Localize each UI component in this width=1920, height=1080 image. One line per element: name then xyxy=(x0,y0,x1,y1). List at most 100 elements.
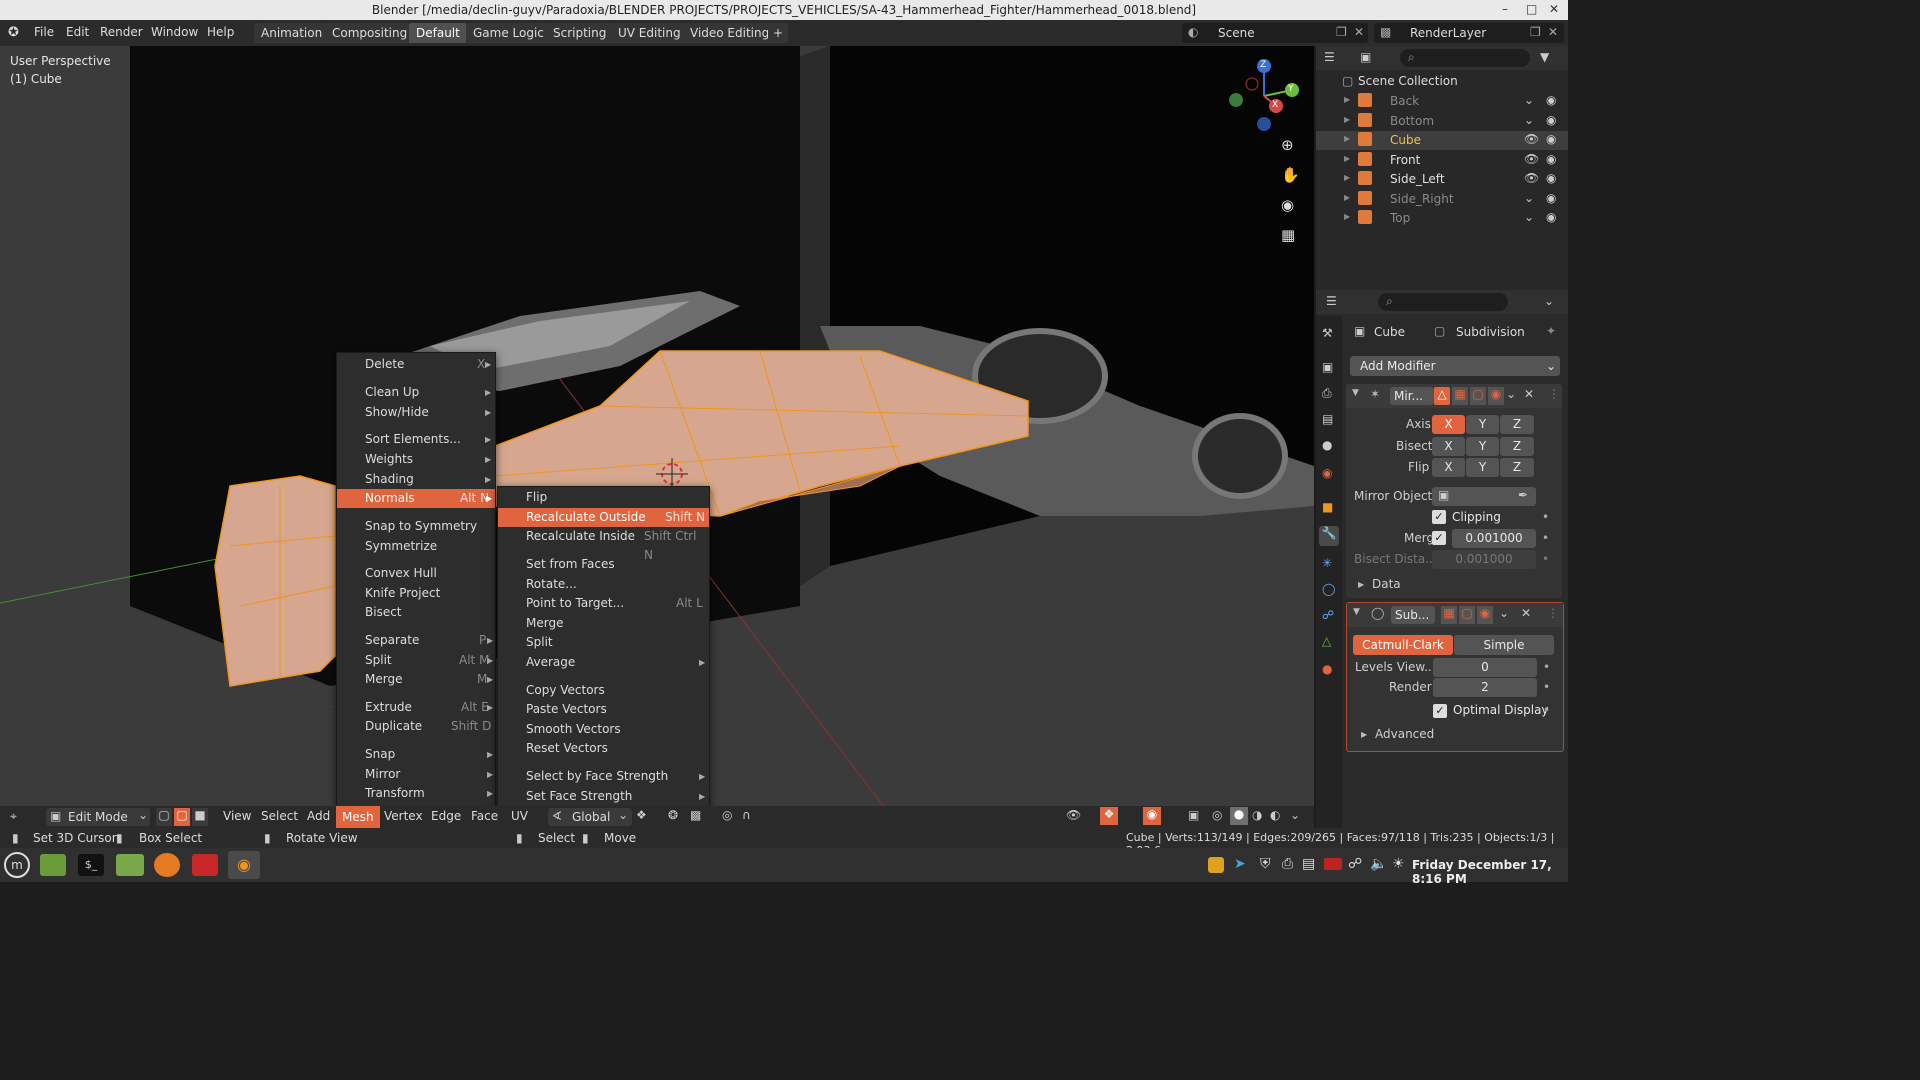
view-layer-selector[interactable]: ▩ RenderLayer ❐ ✕ xyxy=(1374,23,1564,43)
keyframe-dot-icon[interactable]: • xyxy=(1542,510,1549,524)
bisect-distance-field[interactable]: 0.001000 xyxy=(1432,550,1536,569)
new-scene-icon[interactable]: ❐ xyxy=(1336,25,1347,39)
menu-item-average[interactable]: Average ▶ xyxy=(498,653,709,672)
menu-item-snap[interactable]: Snap ▶ xyxy=(337,745,495,764)
add-workspace-button[interactable]: + xyxy=(768,23,789,43)
view-layer-tab-icon[interactable]: ▤ xyxy=(1322,412,1333,426)
menu-item-transform[interactable]: Transform ▶ xyxy=(337,784,495,803)
add-modifier-button[interactable]: Add Modifier ⌄ xyxy=(1350,356,1560,376)
menu-window[interactable]: Window xyxy=(151,25,198,39)
xray-icon[interactable]: ▣ xyxy=(1188,808,1199,822)
expand-arrow-icon[interactable]: ▶ xyxy=(1344,95,1350,104)
constraints-tab-icon[interactable]: ☍ xyxy=(1322,608,1334,622)
outliner-item-side-left[interactable]: ▶ Side_Left 👁 ◉ xyxy=(1316,170,1568,189)
on-cage-icon[interactable]: ▦ xyxy=(1452,387,1468,405)
catmull-clark-toggle[interactable]: Catmull-Clark xyxy=(1353,635,1453,655)
pivot-point-icon[interactable]: ❖ xyxy=(636,808,647,822)
tab-game-logic[interactable]: Game Logic xyxy=(466,23,551,43)
menu-item-select-by-face-strength[interactable]: Select by Face Strength ▶ xyxy=(498,767,709,786)
mode-selector[interactable]: ▣ Edit Mode ⌄ xyxy=(46,808,150,826)
axis-z-toggle[interactable]: Z xyxy=(1500,415,1534,434)
menu-item-clean-up[interactable]: Clean Up ▶ xyxy=(337,383,495,402)
menu-item-snap-to-symmetry[interactable]: Snap to Symmetry xyxy=(337,517,495,536)
keyframe-dot-icon[interactable]: • xyxy=(1543,703,1550,717)
scene-tab-icon[interactable]: ● xyxy=(1322,438,1332,452)
edit-mode-cage-icon[interactable]: △ xyxy=(1434,387,1450,405)
merge-checkbox[interactable]: ✓ xyxy=(1432,531,1446,545)
menu-file[interactable]: File xyxy=(34,25,54,39)
menu-item-symmetrize[interactable]: Symmetrize xyxy=(337,537,495,556)
tab-video-editing[interactable]: Video Editing xyxy=(683,23,777,43)
modifier-menu-icon[interactable]: ⌄ xyxy=(1506,387,1516,401)
menu-item-reset-vectors[interactable]: Reset Vectors xyxy=(498,739,709,758)
eye-icon[interactable]: 👁 xyxy=(1524,152,1539,166)
outliner-item-top[interactable]: ▶ Top ⌄ ◉ xyxy=(1316,209,1568,228)
clock[interactable]: Friday December 17, 8:16 PM xyxy=(1412,858,1568,886)
eye-icon[interactable]: 👁 xyxy=(1524,171,1539,185)
blender-logo-icon[interactable]: ✪ xyxy=(8,25,19,40)
outliner-item-side-right[interactable]: ▶ Side_Right ⌄ ◉ xyxy=(1316,190,1568,209)
visibility-icon[interactable]: 👁 xyxy=(1066,808,1081,822)
wireframe-shading-icon[interactable]: ◎ xyxy=(1212,808,1222,822)
eyedropper-icon[interactable]: ✒ xyxy=(1518,488,1528,502)
expand-arrow-icon[interactable]: ▶ xyxy=(1344,193,1350,202)
menu-item-rotate[interactable]: Rotate... xyxy=(498,575,709,594)
scene-selector[interactable]: ◐ Scene ❐ ✕ xyxy=(1182,23,1368,43)
flip-z-toggle[interactable]: Z xyxy=(1500,458,1534,477)
volume-icon[interactable]: 🔈 xyxy=(1370,856,1387,872)
options-dropdown-icon[interactable]: ⌄ xyxy=(1544,294,1554,308)
menu-item-flip[interactable]: Flip xyxy=(498,488,709,507)
expand-arrow-icon[interactable]: ▶ xyxy=(1344,154,1350,163)
editor-type-icon[interactable]: ☰ xyxy=(1324,50,1335,64)
axis-y-toggle[interactable]: Y xyxy=(1466,415,1499,434)
header-menu-uv[interactable]: UV xyxy=(511,809,528,823)
pin-icon[interactable]: ✦ xyxy=(1546,324,1556,338)
pan-hand-icon[interactable]: ✋ xyxy=(1281,166,1301,186)
menu-item-smooth-vectors[interactable]: Smooth Vectors xyxy=(498,720,709,739)
delete-layer-icon[interactable]: ✕ xyxy=(1548,25,1558,39)
outliner-item-back[interactable]: ▶ Back ⌄ ◉ xyxy=(1316,92,1568,111)
menu-item-merge[interactable]: Merge M ▶ xyxy=(337,670,495,689)
telegram-icon[interactable]: ➤ xyxy=(1234,856,1246,872)
outliner-scene-collection[interactable]: ▢ Scene Collection xyxy=(1316,72,1568,91)
bisect-x-toggle[interactable]: X xyxy=(1432,437,1465,456)
realtime-icon[interactable]: ▢ xyxy=(1470,387,1486,405)
menu-item-duplicate[interactable]: Duplicate Shift D xyxy=(337,717,495,736)
delete-scene-icon[interactable]: ✕ xyxy=(1354,25,1364,39)
header-menu-face[interactable]: Face xyxy=(471,809,498,823)
merge-distance-field[interactable]: 0.001000 xyxy=(1452,529,1536,548)
keyframe-dot-icon[interactable]: • xyxy=(1543,680,1550,694)
bisect-z-toggle[interactable]: Z xyxy=(1500,437,1534,456)
menu-item-recalculate-inside[interactable]: Recalculate Inside Shift Ctrl N xyxy=(498,527,709,562)
header-menu-vertex[interactable]: Vertex xyxy=(384,809,423,823)
menu-item-normals-split[interactable]: Split xyxy=(498,633,709,652)
editor-type-icon[interactable]: ☰ xyxy=(1326,294,1337,308)
menu-item-paste-vectors[interactable]: Paste Vectors xyxy=(498,700,709,719)
particles-tab-icon[interactable]: ✳ xyxy=(1322,556,1332,570)
menu-item-extrude[interactable]: Extrude Alt E ▶ xyxy=(337,698,495,717)
material-shading-icon[interactable]: ◑ xyxy=(1252,808,1262,822)
menu-item-convex-hull[interactable]: Convex Hull xyxy=(337,564,495,583)
zoom-icon[interactable]: ⊕ xyxy=(1281,136,1301,156)
expand-arrow-icon[interactable]: ▶ xyxy=(1358,580,1364,589)
expand-arrow-icon[interactable]: ▶ xyxy=(1344,212,1350,221)
network-icon[interactable]: ☍ xyxy=(1348,856,1362,872)
drag-handle-icon[interactable]: ⋮ xyxy=(1547,606,1559,620)
modifier-menu-icon[interactable]: ⌄ xyxy=(1499,606,1509,620)
flip-y-toggle[interactable]: Y xyxy=(1466,458,1499,477)
modifier-tab-icon[interactable]: 🔧 xyxy=(1319,526,1339,546)
menu-item-point-to-target[interactable]: Point to Target... Alt L xyxy=(498,594,709,613)
menu-item-knife-project[interactable]: Knife Project xyxy=(337,584,495,603)
levels-viewport-field[interactable]: 0 xyxy=(1433,658,1537,677)
tab-compositing[interactable]: Compositing xyxy=(325,23,415,43)
menu-item-mirror[interactable]: Mirror ▶ xyxy=(337,765,495,784)
object-tab-icon[interactable]: ■ xyxy=(1322,500,1333,514)
gizmo-toggle-icon[interactable]: ❖ xyxy=(1100,807,1118,825)
menu-edit[interactable]: Edit xyxy=(66,25,89,39)
menu-item-set-from-faces[interactable]: Set from Faces xyxy=(498,555,709,574)
eye-icon[interactable]: ⌄ xyxy=(1524,113,1534,127)
menu-item-split[interactable]: Split Alt M ▶ xyxy=(337,651,495,670)
display-mode-icon[interactable]: ▣ xyxy=(1360,50,1371,64)
mint-menu-icon[interactable]: m xyxy=(4,852,30,878)
clipping-checkbox[interactable]: ✓ xyxy=(1432,510,1446,524)
